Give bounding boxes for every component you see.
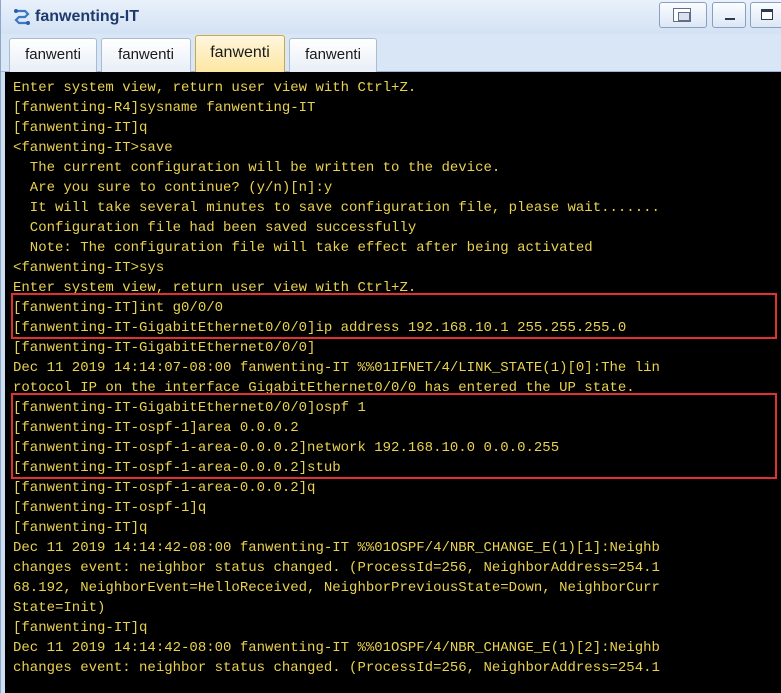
- terminal-line: <fanwenting-IT>sys: [13, 260, 165, 276]
- terminal-line: Dec 11 2019 14:14:07-08:00 fanwenting-IT…: [13, 360, 660, 376]
- tab-session-1[interactable]: fanwenti: [9, 38, 97, 72]
- terminal-line: 68.192, NeighborEvent=HelloReceived, Nei…: [13, 580, 660, 596]
- terminal-line: Enter system view, return user view with…: [13, 80, 417, 96]
- highlight-box-interface-config: [11, 293, 777, 339]
- terminal-line: changes event: neighbor status changed. …: [13, 560, 660, 576]
- terminal-line: It will take several minutes to save con…: [13, 200, 660, 216]
- highlight-box-ospf-config: [11, 393, 777, 479]
- title-bar[interactable]: fanwenting-IT: [1, 0, 781, 34]
- tab-session-3[interactable]: fanwenti: [195, 35, 285, 72]
- terminal-line: [fanwenting-IT]q: [13, 120, 148, 136]
- terminal-line: [fanwenting-IT-GigabitEthernet0/0/0]: [13, 340, 316, 356]
- maximize-button[interactable]: [750, 2, 781, 28]
- tab-session-2[interactable]: fanwenti: [101, 38, 191, 72]
- terminal-line: State=Init): [13, 600, 106, 616]
- terminal-line: [fanwenting-IT-ospf-1-area-0.0.0.2]q: [13, 480, 316, 496]
- minimize-icon: [725, 18, 735, 20]
- terminal-line: Configuration file had been saved succes…: [13, 220, 417, 236]
- session-tab-bar: fanwenti fanwenti fanwenti fanwenti: [1, 34, 781, 72]
- window-title: fanwenting-IT: [35, 8, 139, 25]
- terminal-line: changes event: neighbor status changed. …: [13, 660, 660, 676]
- maximize-icon: [761, 9, 773, 20]
- network-app-icon: [14, 9, 30, 25]
- minimize-button[interactable]: [712, 2, 746, 28]
- restore-icon: [673, 8, 691, 22]
- terminal-line: <fanwenting-IT>save: [13, 140, 173, 156]
- terminal-output[interactable]: Enter system view, return user view with…: [5, 72, 781, 693]
- restore-button[interactable]: [659, 2, 707, 28]
- terminal-line: Note: The configuration file will take e…: [13, 240, 593, 256]
- terminal-line: The current configuration will be writte…: [13, 160, 501, 176]
- terminal-line: [fanwenting-IT]q: [13, 520, 148, 536]
- terminal-line: [fanwenting-R4]sysname fanwenting-IT: [13, 100, 316, 116]
- terminal-line: Dec 11 2019 14:14:42-08:00 fanwenting-IT…: [13, 640, 660, 656]
- terminal-window: fanwenting-IT fanwenti fanwenti fanwenti…: [0, 0, 781, 693]
- tab-session-4[interactable]: fanwenti: [289, 38, 377, 72]
- terminal-line: Are you sure to continue? (y/n)[n]:y: [13, 180, 333, 196]
- terminal-line: Dec 11 2019 14:14:42-08:00 fanwenting-IT…: [13, 540, 660, 556]
- terminal-line: [fanwenting-IT-ospf-1]q: [13, 500, 207, 516]
- terminal-line: [fanwenting-IT]q: [13, 620, 148, 636]
